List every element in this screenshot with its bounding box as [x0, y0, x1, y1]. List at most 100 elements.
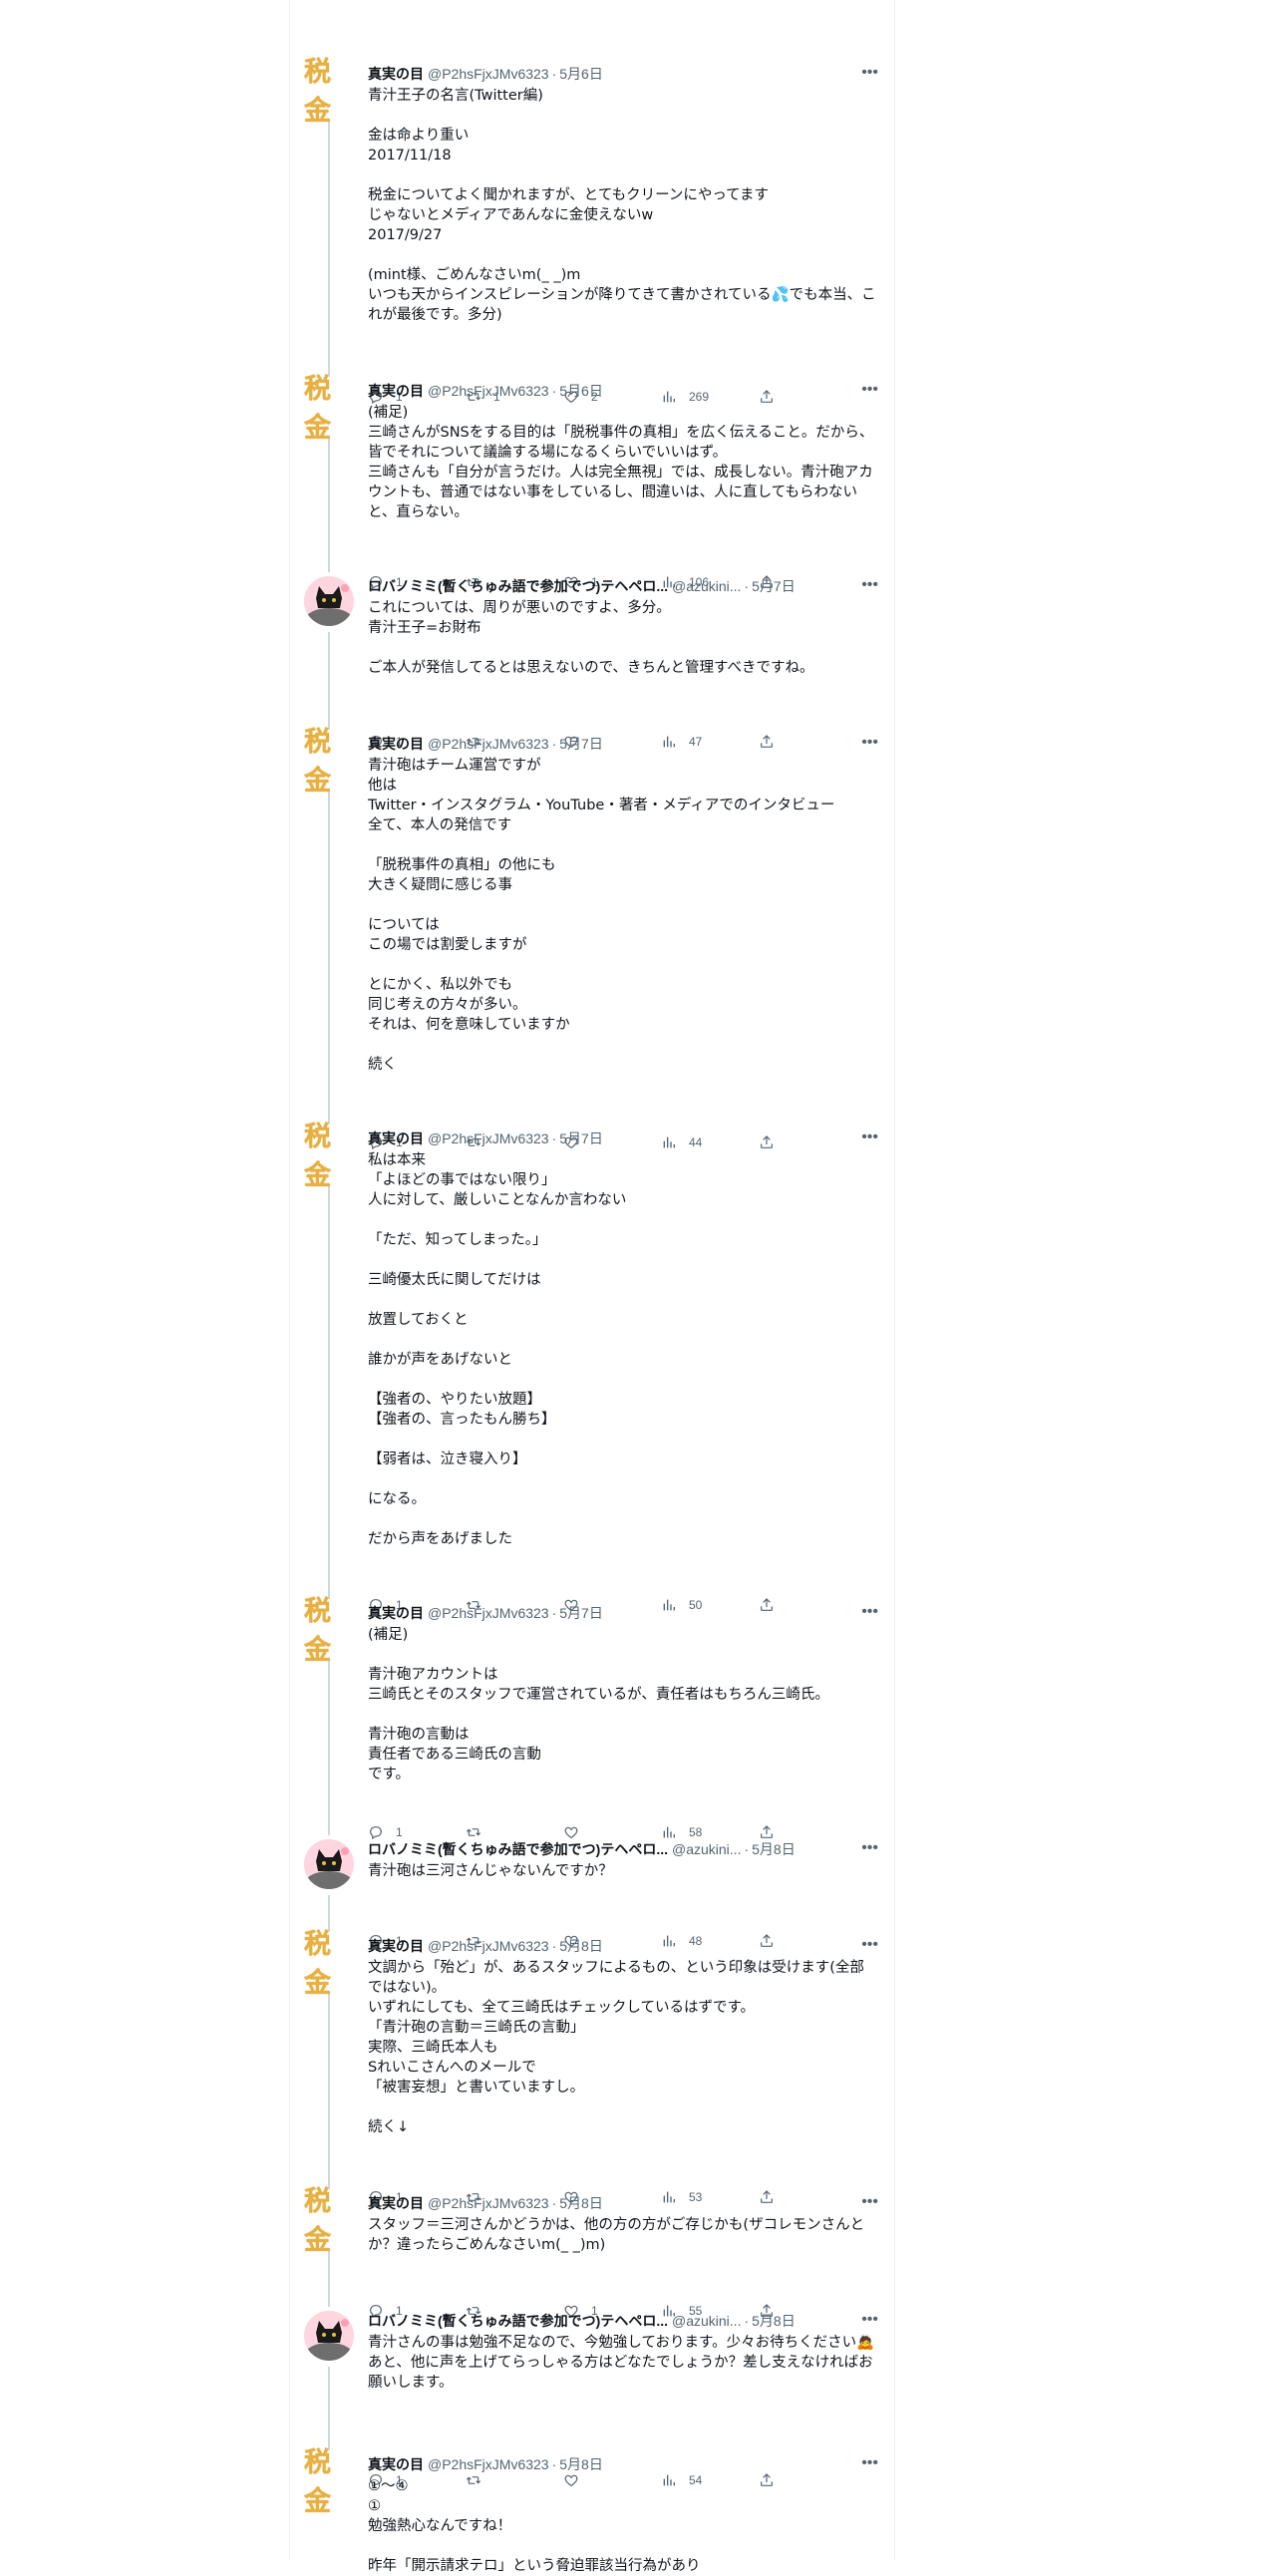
tweet-text: (補足) 三崎さんがSNSをする目的は「脱税事件の真相」を広く伝えること。だから…: [368, 405, 874, 520]
thread-connector: [328, 120, 330, 377]
author-handle[interactable]: @azukini...: [672, 1841, 741, 1857]
tweet-date[interactable]: 5月8日: [559, 2193, 603, 2213]
tweet-text: 文調から「殆ど」が、あるスタッフによるもの、という印象は受けます(全部ではない)…: [368, 1960, 864, 2135]
tweet-text: 青汁砲は三河さんじゃないんですか？: [368, 1863, 613, 1879]
avatar[interactable]: 税金: [304, 2186, 354, 2256]
author-name[interactable]: 真実の目: [368, 2454, 424, 2474]
author-name[interactable]: 真実の目: [368, 2193, 424, 2213]
author-name[interactable]: 真実の目: [368, 1936, 424, 1956]
cat-avatar-icon: [304, 1839, 354, 1889]
reply-count: 1: [396, 1825, 403, 1839]
more-options-icon[interactable]: •••: [861, 576, 878, 594]
tweet-text: ①～④ ① 勉強熱心なんですね！ 昨年「開示請求テロ」という脅迫罪該当行為があり: [368, 2478, 701, 2574]
avatar-label: 税金: [304, 374, 331, 444]
separator-dot: ·: [551, 1130, 557, 1146]
more-options-icon[interactable]: •••: [861, 2311, 878, 2329]
author-handle[interactable]: @P2hsFjxJMv6323: [428, 1605, 549, 1621]
author-handle[interactable]: @azukini...: [672, 578, 741, 594]
avatar-label: 税金: [304, 1929, 331, 1999]
avatar[interactable]: [304, 1839, 354, 1889]
views-count: 58: [689, 1825, 703, 1839]
more-options-icon[interactable]: •••: [861, 2193, 878, 2211]
author-handle[interactable]: @P2hsFjxJMv6323: [428, 2456, 549, 2472]
avatar[interactable]: 税金: [304, 1929, 354, 1999]
thread-connector: [328, 2249, 330, 2307]
author-handle[interactable]: @P2hsFjxJMv6323: [428, 2195, 549, 2211]
more-options-icon[interactable]: •••: [861, 64, 878, 82]
tweet-header: 真実の目 @P2hsFjxJMv6323 · 5月8日: [368, 2454, 878, 2474]
avatar-label: 税金: [304, 727, 331, 797]
tweet-date[interactable]: 5月7日: [752, 576, 796, 596]
tweet-date[interactable]: 5月8日: [559, 2454, 603, 2474]
author-handle[interactable]: @P2hsFjxJMv6323: [428, 1130, 549, 1146]
author-handle[interactable]: @P2hsFjxJMv6323: [428, 66, 549, 82]
thread-connector: [328, 790, 330, 1125]
avatar[interactable]: 税金: [304, 1122, 354, 1191]
thread-connector: [328, 2367, 330, 2450]
tweet-date[interactable]: 5月8日: [752, 2311, 796, 2331]
reply-icon: [370, 1826, 382, 1840]
more-options-icon[interactable]: •••: [861, 1936, 878, 1954]
cat-avatar-icon: [304, 2311, 354, 2361]
avatar[interactable]: 税金: [304, 374, 354, 444]
author-name[interactable]: ロバノミミ(暫くちゅみ語で参加でつ)テヘペロ...: [368, 1839, 668, 1859]
avatar[interactable]: 税金: [304, 57, 354, 127]
separator-dot: ·: [744, 1841, 750, 1857]
more-options-icon[interactable]: •••: [861, 1839, 878, 1857]
tweet-header: 真実の目 @P2hsFjxJMv6323 · 5月7日: [368, 1603, 878, 1623]
author-name[interactable]: 真実の目: [368, 1603, 424, 1623]
avatar-label: 税金: [304, 1122, 331, 1191]
separator-dot: ·: [551, 1938, 557, 1954]
tweet-text: (補足) 青汁砲アカウントは 三崎氏とそのスタッフで運営されているが、責任者はも…: [368, 1627, 829, 1782]
tweet-date[interactable]: 5月7日: [559, 1128, 603, 1148]
more-options-icon[interactable]: •••: [861, 1128, 878, 1146]
tweet-date[interactable]: 5月6日: [559, 64, 603, 84]
more-options-icon[interactable]: •••: [861, 734, 878, 752]
author-name[interactable]: 真実の目: [368, 64, 424, 84]
more-options-icon[interactable]: •••: [861, 381, 878, 399]
tweet-header: ロバノミミ(暫くちゅみ語で参加でつ)テヘペロ... @azukini... · 5月7…: [368, 576, 878, 596]
tweet-date[interactable]: 5月7日: [559, 1603, 603, 1623]
author-handle[interactable]: @P2hsFjxJMv6323: [428, 383, 549, 399]
author-name[interactable]: ロバノミミ(暫くちゅみ語で参加でつ)テヘペロ...: [368, 2311, 668, 2331]
views-icon: [663, 1826, 675, 1838]
tweet-header: ロバノミミ(暫くちゅみ語で参加でつ)テヘペロ... @azukini... · 5月8…: [368, 1839, 878, 1859]
tweet-header: 真実の目 @P2hsFjxJMv6323 · 5月6日: [368, 381, 878, 401]
separator-dot: ·: [551, 383, 557, 399]
avatar[interactable]: 税金: [304, 727, 354, 797]
tweet-text: 私は本来 「よほどの事ではない限り」 人に対して、厳しいことなんか言わない 「た…: [368, 1152, 627, 1547]
timeline: 税金 真実の目 @P2hsFjxJMv6323 · 5月6日 ••• 青汁王子の名言(Twi…: [289, 0, 895, 2574]
separator-dot: ·: [744, 2313, 750, 2329]
more-options-icon[interactable]: •••: [861, 2454, 878, 2472]
thread-connector: [328, 437, 330, 572]
tweet-text: 青汁さんの事は勉強不足なので、今勉強しております。少々お待ちください🙇あと、他に…: [368, 2335, 875, 2391]
author-name[interactable]: ロバノミミ(暫くちゅみ語で参加でつ)テヘペロ...: [368, 576, 668, 596]
avatar-label: 税金: [304, 57, 331, 127]
author-name[interactable]: 真実の目: [368, 1128, 424, 1148]
separator-dot: ·: [551, 2456, 557, 2472]
tweet-header: 真実の目 @P2hsFjxJMv6323 · 5月8日: [368, 2193, 878, 2213]
retweet-icon: [466, 1828, 481, 1836]
avatar[interactable]: 税金: [304, 1596, 354, 1666]
author-handle[interactable]: @P2hsFjxJMv6323: [428, 1938, 549, 1954]
tweet-date[interactable]: 5月7日: [559, 734, 603, 754]
author-name[interactable]: 真実の目: [368, 381, 424, 401]
author-name[interactable]: 真実の目: [368, 734, 424, 754]
author-handle[interactable]: @P2hsFjxJMv6323: [428, 736, 549, 752]
avatar-label: 税金: [304, 2447, 331, 2517]
avatar[interactable]: [304, 576, 354, 626]
author-handle[interactable]: @azukini...: [672, 2313, 741, 2329]
avatar-label: 税金: [304, 1596, 331, 1666]
tweet-header: 真実の目 @P2hsFjxJMv6323 · 5月8日: [368, 1936, 878, 1956]
tweet-date[interactable]: 5月6日: [559, 381, 603, 401]
tweet-date[interactable]: 5月8日: [559, 1936, 603, 1956]
separator-dot: ·: [551, 2195, 557, 2211]
avatar[interactable]: [304, 2311, 354, 2361]
thread-connector: [328, 632, 330, 730]
separator-dot: ·: [551, 66, 557, 82]
avatar[interactable]: 税金: [304, 2447, 354, 2517]
thread-connector: [328, 1184, 330, 1599]
tweet-text: これについては、周りが悪いのですよ、多分。 青汁王子=お財布 ご本人が発信してる…: [368, 600, 814, 676]
more-options-icon[interactable]: •••: [861, 1603, 878, 1621]
tweet-date[interactable]: 5月8日: [752, 1839, 796, 1859]
